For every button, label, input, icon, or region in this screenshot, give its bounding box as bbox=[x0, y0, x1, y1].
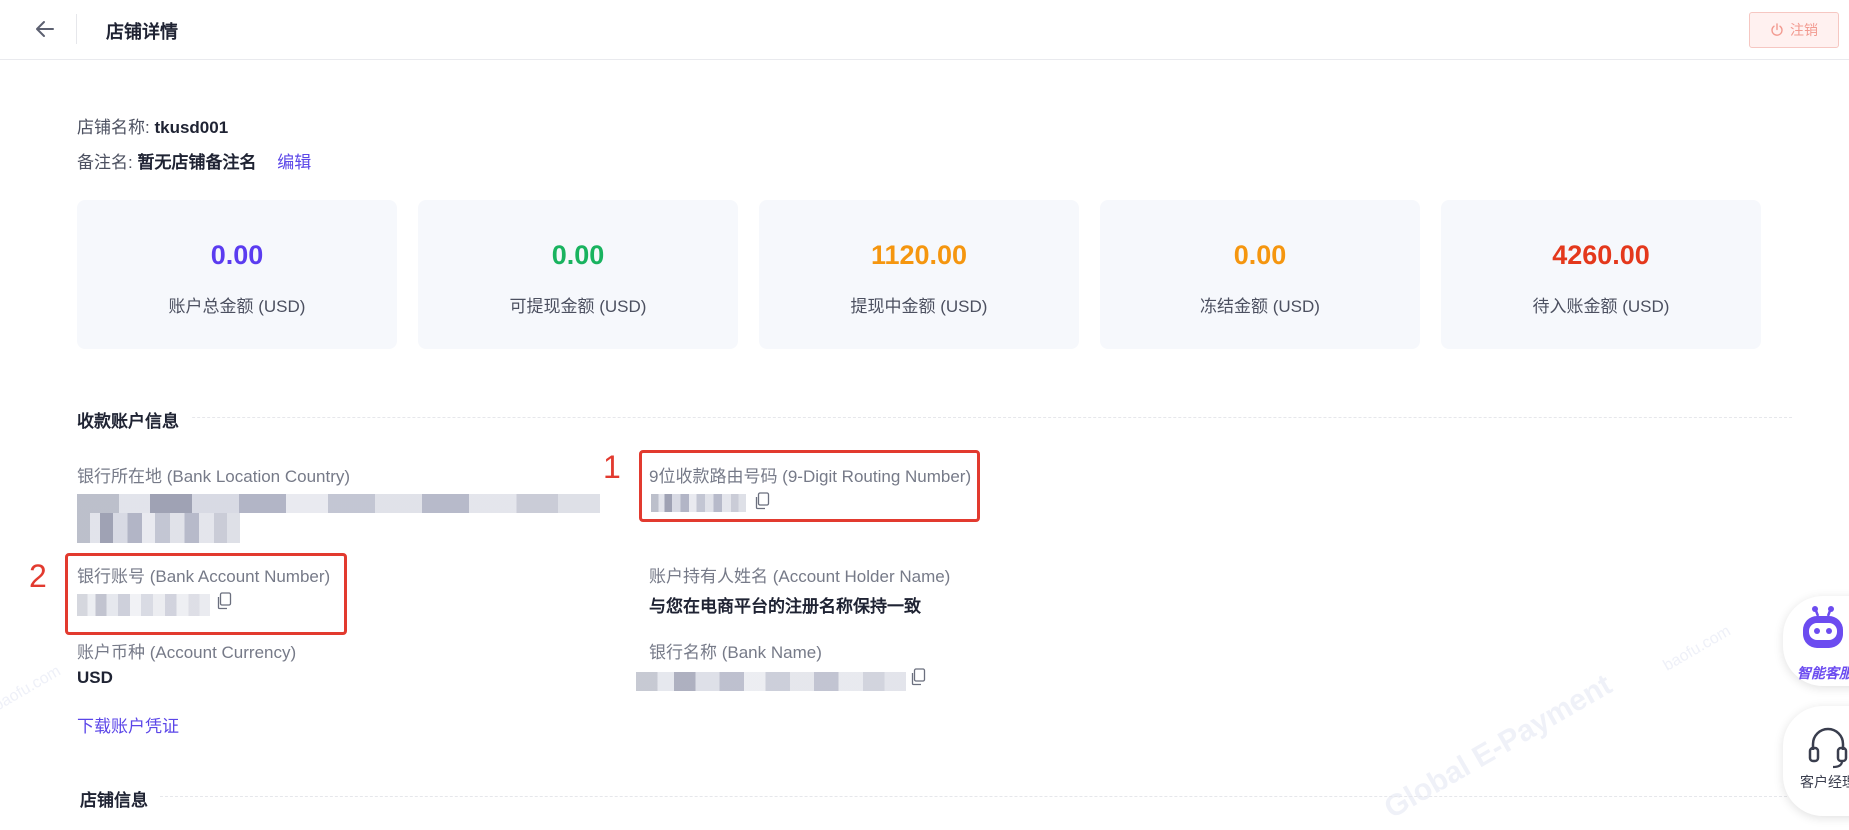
section-title-receiving-account: 收款账户信息 bbox=[77, 407, 191, 432]
page-title: 店铺详情 bbox=[106, 22, 178, 42]
account-holder-value: 与您在电商平台的注册名称保持一致 bbox=[649, 597, 921, 616]
ai-service-label: 智能客服 bbox=[1797, 665, 1849, 681]
balance-label: 冻结金额 (USD) bbox=[1200, 297, 1320, 316]
logout-label: 注销 bbox=[1790, 22, 1818, 38]
bank-location-label: 银行所在地 (Bank Location Country) bbox=[77, 467, 351, 486]
balance-amount: 0.00 bbox=[1233, 240, 1287, 270]
balance-card-total: 0.00 账户总金额 (USD) bbox=[77, 200, 397, 349]
balance-card-withdrawable: 0.00 可提现金额 (USD) bbox=[418, 200, 738, 349]
section-title-store-info: 店铺信息 bbox=[80, 786, 160, 811]
balance-card-pending: 4260.00 待入账金额 (USD) bbox=[1441, 200, 1761, 349]
balance-label: 可提现金额 (USD) bbox=[509, 297, 647, 316]
balance-amount: 1120.00 bbox=[870, 240, 968, 270]
balance-card-withdrawing: 1120.00 提现中金额 (USD) bbox=[759, 200, 1079, 349]
watermark: baofu.com bbox=[0, 662, 64, 715]
account-manager-label: 客户经理 bbox=[1800, 774, 1849, 790]
balance-card-frozen: 0.00 冻结金额 (USD) bbox=[1100, 200, 1420, 349]
account-manager-widget[interactable]: 客户经理 bbox=[1783, 706, 1849, 816]
annotation-number-1: 1 bbox=[603, 449, 621, 485]
header-divider bbox=[76, 14, 77, 44]
ai-service-widget[interactable]: 智能客服 bbox=[1783, 596, 1849, 686]
account-currency-label: 账户币种 (Account Currency) bbox=[77, 643, 297, 662]
section-divider bbox=[77, 417, 1792, 418]
account-holder-label: 账户持有人姓名 (Account Holder Name) bbox=[649, 567, 951, 586]
annotation-box-routing-number bbox=[639, 450, 980, 522]
bank-name-masked-value bbox=[636, 672, 906, 691]
power-icon bbox=[1771, 23, 1783, 36]
balance-amount: 0.00 bbox=[210, 240, 264, 270]
balance-label: 账户总金额 (USD) bbox=[168, 297, 306, 316]
back-button[interactable] bbox=[30, 14, 60, 44]
balance-amount: 4260.00 bbox=[1552, 240, 1650, 270]
watermark: baofu.com bbox=[1660, 622, 1734, 675]
annotation-number-2: 2 bbox=[29, 558, 47, 594]
store-remark-row: 备注名: 暂无店铺备注名 编辑 bbox=[77, 148, 311, 173]
store-remark-value: 暂无店铺备注名 bbox=[137, 153, 257, 172]
store-name-value: tkusd001 bbox=[154, 118, 229, 137]
bank-location-masked-value bbox=[77, 513, 240, 543]
download-account-certificate-link[interactable]: 下载账户凭证 bbox=[77, 712, 179, 737]
robot-icon bbox=[1803, 606, 1843, 648]
arrow-left-icon bbox=[36, 21, 54, 37]
copy-icon[interactable] bbox=[910, 668, 926, 686]
balance-label: 提现中金额 (USD) bbox=[850, 297, 988, 316]
store-name-label: 店铺名称: bbox=[77, 118, 150, 137]
edit-remark-link[interactable]: 编辑 bbox=[277, 153, 311, 172]
balance-label: 待入账金额 (USD) bbox=[1532, 297, 1670, 316]
account-currency-value: USD bbox=[77, 668, 113, 687]
bank-location-masked-value bbox=[77, 494, 600, 513]
headset-icon bbox=[1808, 727, 1848, 769]
section-divider bbox=[80, 796, 1792, 797]
page-header: 店铺详情 注销 bbox=[0, 0, 1849, 60]
store-name-row: 店铺名称: tkusd001 bbox=[77, 113, 228, 138]
balance-amount: 0.00 bbox=[551, 240, 605, 270]
watermark: Global E-Payment bbox=[1378, 668, 1618, 826]
logout-button[interactable]: 注销 bbox=[1749, 12, 1839, 48]
bank-name-label: 银行名称 (Bank Name) bbox=[649, 643, 822, 662]
store-remark-label: 备注名: bbox=[77, 153, 133, 172]
annotation-box-bank-account-number bbox=[65, 553, 347, 635]
